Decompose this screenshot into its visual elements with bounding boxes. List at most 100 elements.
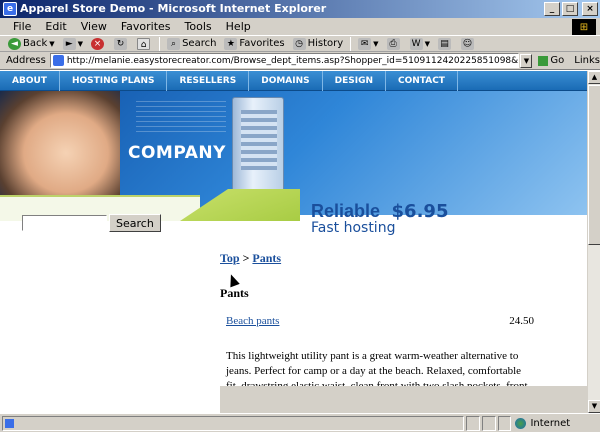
windows-logo-icon: ⊞	[572, 19, 596, 35]
maximize-button[interactable]: □	[562, 2, 578, 16]
breadcrumb-separator: >	[242, 251, 250, 265]
breadcrumb-pants-link[interactable]: Pants	[252, 251, 281, 265]
search-toolbar-label: Search	[182, 38, 217, 49]
history-icon: ◷	[292, 37, 306, 50]
back-arrow-icon: ◄	[8, 37, 21, 50]
window-controls: _ □ ×	[544, 2, 598, 16]
mail-icon: ✉	[358, 37, 372, 50]
nav-design[interactable]: DESIGN	[323, 71, 386, 91]
security-zone: Internet	[511, 417, 600, 429]
zone-label: Internet	[530, 417, 571, 429]
search-icon: ⌕	[167, 37, 181, 50]
vertical-scrollbar[interactable]: ▲ ▼	[587, 71, 600, 413]
status-text-pane	[2, 415, 465, 431]
banner-decorative-text	[136, 97, 226, 135]
stop-icon: ×	[91, 37, 105, 50]
forward-dropdown-icon: ▼	[77, 39, 84, 48]
site-nav: ABOUT HOSTING PLANS RESELLERS DOMAINS DE…	[0, 71, 587, 91]
back-dropdown-icon: ▼	[49, 39, 55, 48]
tagline-reliable: Reliable	[311, 201, 381, 221]
refresh-button[interactable]: ↻	[110, 37, 133, 51]
go-button[interactable]: Go	[538, 55, 564, 66]
ie-app-icon: e	[3, 2, 17, 16]
nav-hosting-plans[interactable]: HOSTING PLANS	[60, 71, 168, 91]
favorites-label: Favorites	[239, 38, 285, 49]
company-logo-text: COMPANY	[128, 143, 226, 163]
discuss-button[interactable]: ▤	[434, 37, 457, 51]
forward-arrow-icon: ►	[62, 37, 76, 50]
status-pane	[481, 415, 496, 431]
edit-dropdown-icon: ▼	[424, 39, 430, 48]
nav-contact[interactable]: CONTACT	[386, 71, 458, 91]
back-label: Back	[23, 38, 48, 49]
scroll-up-icon[interactable]: ▲	[588, 71, 600, 84]
back-button[interactable]: ◄ Back ▼	[4, 37, 59, 51]
internet-globe-icon	[515, 417, 527, 429]
edit-button[interactable]: W ▼	[406, 37, 434, 51]
search-input[interactable]	[22, 215, 107, 231]
menu-edit[interactable]: Edit	[38, 20, 73, 33]
print-icon: ⎙	[386, 37, 400, 50]
home-button[interactable]: ⌂	[133, 37, 156, 51]
page-icon	[52, 55, 64, 66]
forward-button[interactable]: ► ▼	[59, 37, 87, 51]
refresh-icon: ↻	[114, 37, 128, 50]
page-viewport: ABOUT HOSTING PLANS RESELLERS DOMAINS DE…	[0, 71, 587, 413]
go-arrow-icon	[538, 55, 549, 66]
messenger-button[interactable]: ☺	[457, 37, 480, 51]
list-item: Beach pants 24.50	[220, 315, 540, 327]
nav-about[interactable]: ABOUT	[0, 71, 60, 91]
toolbar-separator	[159, 36, 161, 51]
messenger-icon: ☺	[460, 37, 474, 50]
status-pane	[497, 415, 512, 431]
history-button[interactable]: ◷ History	[289, 37, 348, 51]
content-footer-strip	[220, 386, 587, 413]
links-toolbar[interactable]: Links	[574, 55, 600, 66]
menu-bar: File Edit View Favorites Tools Help ⊞	[0, 18, 600, 36]
status-page-icon	[5, 418, 14, 428]
breadcrumb: Top > Pants	[220, 251, 540, 266]
close-button[interactable]: ×	[582, 2, 598, 16]
favorites-button[interactable]: ★ Favorites	[220, 37, 288, 51]
nav-resellers[interactable]: RESELLERS	[167, 71, 250, 91]
go-label: Go	[550, 55, 565, 66]
mail-dropdown-icon: ▼	[373, 39, 379, 48]
hosting-tagline: Reliable $6.95 Fast hosting	[311, 201, 448, 236]
menu-view[interactable]: View	[74, 20, 114, 33]
tagline-price: $6.95	[391, 201, 449, 222]
breadcrumb-top-link[interactable]: Top	[220, 251, 240, 265]
edit-icon: W	[409, 37, 423, 50]
toolbar-separator	[350, 36, 352, 51]
status-pane	[466, 415, 480, 431]
address-url: http://melanie.easystorecreator.com/Brow…	[66, 55, 520, 66]
nav-domains[interactable]: DOMAINS	[249, 71, 323, 91]
home-icon: ⌂	[137, 37, 151, 50]
status-bar: Internet	[0, 413, 600, 432]
window-title-bar: e Apparel Store Demo - Microsoft Interne…	[0, 0, 600, 18]
print-button[interactable]: ⎙	[383, 37, 406, 51]
address-input[interactable]: http://melanie.easystorecreator.com/Brow…	[49, 53, 520, 68]
scroll-thumb[interactable]	[588, 85, 600, 245]
window-title: Apparel Store Demo - Microsoft Internet …	[20, 2, 327, 15]
item-link[interactable]: Beach pants	[226, 315, 279, 327]
site-search: Search	[22, 214, 161, 232]
discuss-icon: ▤	[437, 37, 451, 50]
stop-button[interactable]: ×	[87, 37, 110, 51]
search-toolbar-button[interactable]: ⌕ Search	[163, 37, 220, 51]
mail-button[interactable]: ✉ ▼	[354, 37, 382, 51]
menu-help[interactable]: Help	[219, 20, 258, 33]
menu-file[interactable]: File	[6, 20, 38, 33]
item-price: 24.50	[509, 315, 534, 327]
search-button[interactable]: Search	[109, 214, 161, 232]
section-title: Pants	[220, 286, 249, 300]
tagline-fast: Fast hosting	[311, 220, 396, 236]
address-label: Address	[6, 55, 46, 66]
address-dropdown-icon[interactable]: ▼	[520, 53, 533, 68]
menu-favorites[interactable]: Favorites	[114, 20, 178, 33]
minimize-button[interactable]: _	[544, 2, 560, 16]
address-bar: Address http://melanie.easystorecreator.…	[0, 52, 600, 70]
standard-toolbar: ◄ Back ▼ ► ▼ × ↻ ⌂ ⌕ Search ★ Favorites …	[0, 36, 600, 52]
scroll-down-icon[interactable]: ▼	[588, 400, 600, 413]
menu-tools[interactable]: Tools	[178, 20, 219, 33]
history-label: History	[307, 38, 344, 49]
